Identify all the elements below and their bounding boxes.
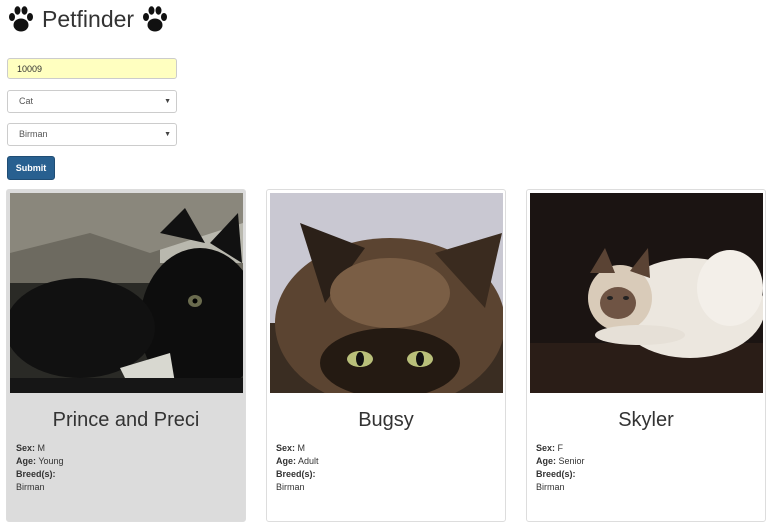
search-form: Cat ▼ Birman ▼ Submit: [7, 58, 177, 180]
breeds-label: Breed(s):: [536, 469, 576, 479]
pet-breed: Birman: [536, 482, 565, 492]
pet-sex: M: [37, 443, 46, 453]
pet-photo[interactable]: [270, 193, 503, 393]
zip-code-input[interactable]: [7, 58, 177, 79]
pet-card[interactable]: Skyler Sex: F Age: Senior Breed(s): Birm…: [526, 189, 766, 522]
submit-button[interactable]: Submit: [7, 156, 55, 180]
species-select-value: Cat: [19, 96, 34, 106]
paw-print-icon: [143, 6, 168, 32]
pet-sex: F: [557, 443, 564, 453]
pet-card[interactable]: Bugsy Sex: M Age: Adult Breed(s): Birman: [266, 189, 506, 522]
caret-down-icon: ▼: [164, 98, 171, 105]
age-label: Age:: [536, 456, 556, 466]
pet-age: Adult: [298, 456, 319, 466]
sex-label: Sex:: [536, 443, 556, 453]
breeds-label: Breed(s):: [16, 469, 56, 479]
pet-name: Skyler: [618, 409, 674, 431]
pet-details: Sex: F Age: Senior Breed(s): Birman: [536, 442, 585, 494]
pet-breed: Birman: [276, 482, 305, 492]
age-label: Age:: [276, 456, 296, 466]
species-select[interactable]: Cat ▼: [7, 90, 177, 113]
pet-breed: Birman: [16, 482, 45, 492]
app-title: Petfinder: [42, 6, 135, 32]
breed-select-value: Birman: [19, 129, 48, 139]
sex-label: Sex:: [16, 443, 36, 453]
pet-age: Young: [38, 456, 64, 466]
pet-age: Senior: [558, 456, 585, 466]
paw-print-icon: [9, 6, 33, 32]
page-header: Petfinder: [6, 4, 170, 34]
breeds-label: Breed(s):: [276, 469, 316, 479]
caret-down-icon: ▼: [164, 131, 171, 138]
age-label: Age:: [16, 456, 36, 466]
pet-details: Sex: M Age: Young Breed(s): Birman: [16, 442, 64, 494]
pet-sex: M: [297, 443, 306, 453]
sex-label: Sex:: [276, 443, 296, 453]
pet-name: Bugsy: [358, 409, 414, 431]
pet-photo[interactable]: [10, 193, 243, 393]
pet-name: Prince and Preci: [52, 409, 200, 431]
pet-details: Sex: M Age: Adult Breed(s): Birman: [276, 442, 319, 494]
pet-card[interactable]: Prince and Preci Sex: M Age: Young Breed…: [6, 189, 246, 522]
pet-photo[interactable]: [530, 193, 763, 393]
breed-select[interactable]: Birman ▼: [7, 123, 177, 146]
